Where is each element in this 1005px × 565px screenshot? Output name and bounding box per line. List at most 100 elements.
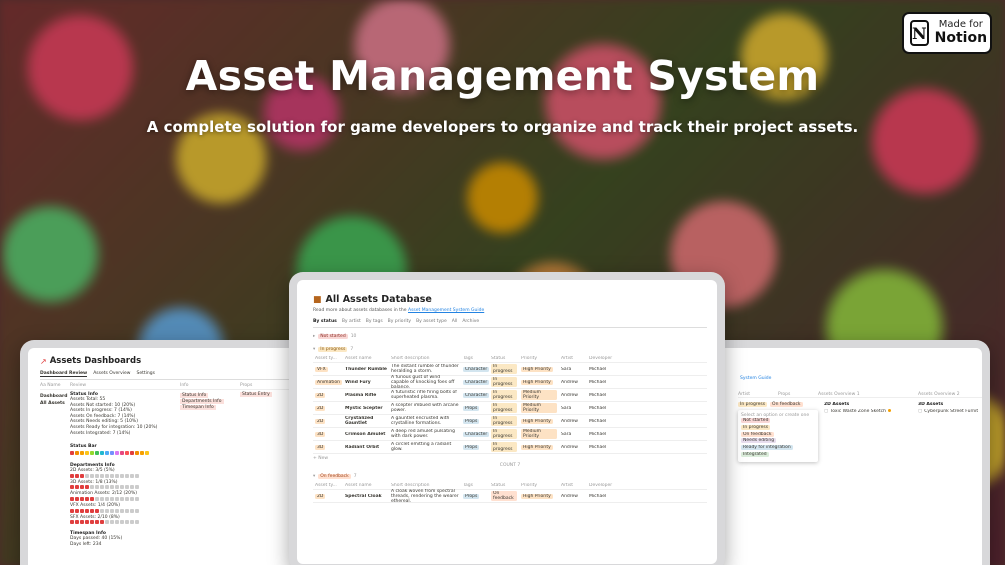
asset-artist: Sara: [561, 431, 572, 437]
view-tab[interactable]: By status: [313, 319, 337, 324]
column-header: Priority: [521, 483, 538, 488]
dropdown-option[interactable]: Needs editing: [741, 438, 815, 445]
asset-name[interactable]: Crimson Amulet: [345, 432, 385, 437]
expand-icon[interactable]: ▾: [313, 347, 315, 352]
group-on-feedback[interactable]: On feedback: [318, 474, 351, 479]
department-bar-segment: [95, 520, 99, 525]
asset-tag: Character: [463, 392, 489, 398]
asset-name[interactable]: Spectral Cloak: [345, 494, 382, 499]
dropdown-option[interactable]: Not started: [741, 418, 815, 425]
column-header: Short description: [391, 483, 430, 488]
filter-chip[interactable]: In progress: [738, 402, 768, 407]
column-header: Developer: [589, 356, 613, 361]
asset-type: Animation: [315, 379, 342, 385]
asset-artist-cell: Sara: [559, 406, 587, 411]
asset-name[interactable]: Plasma Rifle: [345, 393, 376, 398]
dropdown-option[interactable]: On feedback: [741, 431, 815, 439]
tab-1[interactable]: Assets Overview: [93, 371, 130, 377]
collapse-icon[interactable]: ▸: [313, 334, 315, 339]
view-tab[interactable]: By priority: [388, 319, 411, 324]
right-device: System Guide Artist Props Assets Overview …: [700, 340, 990, 565]
asset-type: VFX: [315, 366, 328, 372]
asset-tag-cell: Props: [461, 418, 489, 424]
info-chip[interactable]: Timespan Info: [180, 405, 216, 410]
table-row[interactable]: 2D Spectral Cloak A cloak woven from spect…: [313, 488, 707, 504]
table-row[interactable]: 2D Mystic Scepter A scepter imbued with ar…: [313, 402, 707, 415]
count-label: COUNT 7: [499, 463, 521, 468]
tab-2[interactable]: Settings: [136, 371, 154, 377]
column-header: Tags: [463, 483, 473, 488]
asset-list-item[interactable]: ▢ Toxic Waste Zone Sketch: [824, 408, 918, 416]
group-not-started[interactable]: Not started: [318, 334, 348, 339]
asset-list-item[interactable]: ▢Cyberpunk Street Furniture: [918, 409, 978, 416]
asset-name[interactable]: Radiant Orbit: [345, 445, 379, 450]
system-guide-link[interactable]: System Guide: [738, 376, 773, 381]
column-header: Info: [180, 383, 189, 388]
dropdown-option[interactable]: Integrated: [741, 451, 815, 459]
column-header: Props: [240, 383, 253, 388]
department-bar-segment: [115, 508, 119, 513]
info-chip[interactable]: Departments Info: [180, 399, 224, 404]
asset-description-cell: A furious gust of wind capable of knocki…: [389, 375, 461, 390]
column-header: Asset ty...: [315, 483, 337, 488]
status-bar-segment: [70, 451, 74, 456]
asset-developer: Michael: [589, 444, 607, 450]
department-bar-segment: [125, 496, 129, 501]
table-row[interactable]: Animation Wind Fury A furious gust of wind…: [313, 375, 707, 390]
department-bar-segment: [90, 508, 94, 513]
info-chip[interactable]: Status Info: [180, 393, 209, 398]
notion-logo-icon: N: [910, 20, 929, 46]
column-header: Aa Name: [40, 383, 61, 388]
table-row[interactable]: 3D Crimson Amulet A deep red amulet pulsat…: [313, 428, 707, 441]
group-in-progress[interactable]: In progress: [318, 347, 348, 352]
nav-item[interactable]: Dashboard: [40, 394, 70, 399]
view-tab[interactable]: By artist: [342, 319, 361, 324]
asset-type-cell: 2D: [313, 392, 343, 398]
department-bar-segment: [135, 485, 139, 490]
nav-item[interactable]: All Assets: [40, 401, 70, 406]
view-tab[interactable]: By asset type: [416, 319, 447, 324]
dropdown-option[interactable]: In progress: [741, 424, 815, 432]
asset-developer-cell: Michael: [587, 380, 615, 385]
table-row[interactable]: 2D Plasma Rifle A futuristic rifle firing …: [313, 389, 707, 402]
dropdown-option-label: On feedback: [741, 431, 774, 437]
guide-link[interactable]: Asset Management System Guide: [408, 308, 484, 313]
view-tab[interactable]: Archive: [462, 319, 479, 324]
asset-artist: Andrew: [561, 379, 578, 385]
tab-0[interactable]: Dashboard Review: [40, 371, 88, 377]
entry-chip[interactable]: Status Entry: [240, 392, 272, 397]
filter-chip[interactable]: On feedback: [770, 402, 803, 407]
view-tab[interactable]: All: [452, 319, 458, 324]
department-bar-segment: [75, 520, 79, 525]
status-bar-segment: [130, 451, 134, 456]
table-row[interactable]: 2D Crystalized Gauntlet A gauntlet encrust…: [313, 415, 707, 428]
department-bar-segment: [100, 508, 104, 513]
asset-name-cell: Crystalized Gauntlet: [343, 416, 389, 426]
asset-description: A cloak woven from spectral threads, ren…: [391, 488, 459, 504]
department-bar-segment: [120, 485, 124, 490]
asset-name[interactable]: Crystalized Gauntlet: [345, 416, 373, 426]
department-bar-segment: [90, 485, 94, 490]
new-row-button[interactable]: + New: [313, 456, 707, 461]
table-row[interactable]: VFX Thunder Rumble The distant rumble of t…: [313, 363, 707, 376]
asset-description-cell: A deep red amulet pulsating with dark po…: [389, 429, 461, 439]
hero-subtitle: A complete solution for game developers …: [146, 118, 859, 136]
asset-tag-cell: Props: [461, 405, 489, 411]
asset-type: 3D: [315, 431, 326, 437]
asset-name[interactable]: Thunder Rumble: [345, 367, 387, 372]
asset-developer: Michael: [589, 418, 607, 424]
status-bar-segment: [75, 451, 79, 456]
department-bar-segment: [125, 508, 129, 513]
expand-icon[interactable]: ▾: [313, 474, 315, 479]
center-device: ■ All Assets Database Read more about as…: [289, 272, 725, 565]
hero-title: Asset Management System: [185, 52, 820, 100]
asset-name[interactable]: Mystic Scepter: [345, 406, 383, 411]
table-row[interactable]: 3D Radiant Orbit A circlet emitting a radi…: [313, 441, 707, 454]
department-bar-segment: [75, 496, 79, 501]
view-tab[interactable]: By tags: [366, 319, 383, 324]
status-bar-segment: [135, 451, 139, 456]
dropdown-option-label: Integrated: [741, 451, 769, 457]
asset-name[interactable]: Wind Fury: [345, 380, 371, 385]
department-bar-segment: [115, 520, 119, 525]
dropdown-option[interactable]: Ready for integration: [741, 445, 815, 452]
